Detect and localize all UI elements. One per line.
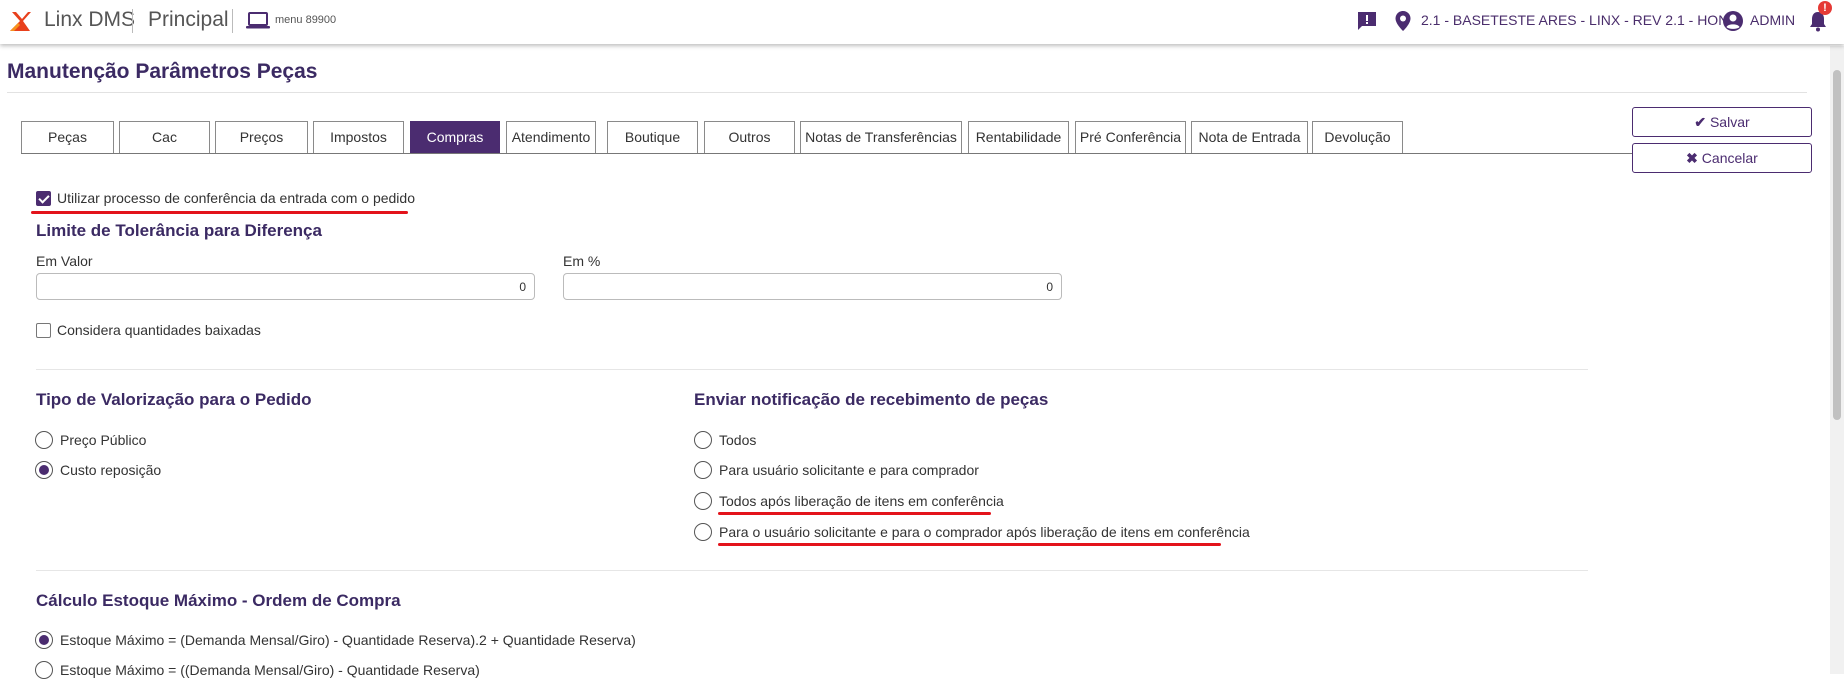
tab-notas-transferencias[interactable]: Notas de Transferências (800, 121, 962, 153)
tab-precos[interactable]: Preços (215, 121, 308, 153)
save-button-label: Salvar (1709, 114, 1750, 130)
radio-label: Para usuário solicitante e para comprado… (719, 462, 979, 478)
radio-solicitante-comprador[interactable] (694, 461, 712, 479)
radio-solicitante-comprador-apos-liberacao[interactable] (694, 523, 712, 541)
notification-section-title: Enviar notificação de recebimento de peç… (694, 390, 1049, 409)
tab-rentabilidade[interactable]: Rentabilidade (968, 121, 1069, 153)
use-conference-label: Utilizar processo de conferência da entr… (57, 190, 415, 206)
highlight-underline (31, 211, 408, 214)
tab-boutique[interactable]: Boutique (607, 121, 698, 153)
valuation-section-title: Tipo de Valorização para o Pedido (36, 390, 312, 409)
section-divider (36, 570, 1588, 571)
radio-preco-publico[interactable] (35, 431, 53, 449)
top-header: Linx DMS Principal menu 89900 2.1 - BASE… (0, 0, 1844, 44)
linx-logo-icon (10, 12, 31, 31)
max-stock-section-title: Cálculo Estoque Máximo - Ordem de Compra (36, 591, 401, 610)
header-divider (132, 9, 133, 33)
radio-label: Todos (719, 432, 757, 448)
user-name[interactable]: ADMIN (1750, 12, 1795, 28)
branch-selector[interactable]: 2.1 - BASETESTE ARES - LINX - REV 2.1 - … (1421, 12, 1738, 28)
percent-field-label: Em % (563, 253, 601, 269)
radio-todos[interactable] (694, 431, 712, 449)
module-name[interactable]: Principal (148, 8, 229, 32)
page-title: Manutenção Parâmetros Peças (7, 60, 318, 83)
user-account-icon[interactable] (1722, 10, 1744, 32)
radio-label: Todos após liberação de itens em conferê… (719, 493, 1004, 509)
cancel-button-label: Cancelar (1701, 150, 1758, 166)
brand-name: Linx DMS (44, 8, 136, 31)
consider-quantities-checkbox[interactable] (36, 323, 51, 338)
radio-label: Estoque Máximo = (Demanda Mensal/Giro) -… (60, 632, 636, 648)
tab-impostos[interactable]: Impostos (313, 121, 404, 153)
highlight-underline (718, 512, 991, 515)
value-field-label: Em Valor (36, 253, 93, 269)
tab-atendimento[interactable]: Atendimento (506, 121, 596, 153)
highlight-underline (718, 543, 1221, 546)
tab-devolucao[interactable]: Devolução (1312, 121, 1403, 153)
section-divider (36, 369, 1588, 370)
header-divider (232, 9, 233, 33)
tab-cac[interactable]: Cac (119, 121, 210, 153)
feedback-chat-icon[interactable] (1356, 10, 1378, 32)
tab-outros[interactable]: Outros (704, 121, 795, 153)
tab-pre-conferencia[interactable]: Pré Conferência (1075, 121, 1186, 153)
radio-label: Custo reposição (60, 462, 162, 478)
check-icon: ✔ (1694, 114, 1707, 130)
notification-badge: ! (1818, 1, 1832, 15)
title-divider (7, 92, 1807, 93)
tolerance-value-input[interactable]: 0 (36, 273, 535, 300)
use-conference-checkbox[interactable] (36, 191, 51, 206)
location-pin-icon (1395, 11, 1411, 31)
menu-code: menu 89900 (275, 14, 337, 26)
tab-pecas[interactable]: Peças (21, 121, 114, 153)
radio-custo-reposicao[interactable] (35, 461, 53, 479)
tab-nota-entrada[interactable]: Nota de Entrada (1191, 121, 1308, 153)
save-button[interactable]: ✔ Salvar (1632, 107, 1812, 137)
cancel-button[interactable]: ✖ Cancelar (1632, 143, 1812, 173)
scrollbar-thumb[interactable] (1833, 70, 1841, 420)
radio-label: Preço Público (60, 432, 147, 448)
close-icon: ✖ (1686, 150, 1698, 166)
radio-todos-apos-liberacao[interactable] (694, 492, 712, 510)
consider-quantities-label: Considera quantidades baixadas (57, 322, 261, 338)
tabs-baseline (21, 153, 1634, 154)
radio-label: Estoque Máximo = ((Demanda Mensal/Giro) … (60, 662, 480, 678)
radio-max-stock-formula-1[interactable] (35, 631, 53, 649)
radio-label: Para o usuário solicitante e para o comp… (719, 524, 1250, 540)
tab-compras[interactable]: Compras (410, 121, 500, 153)
radio-max-stock-formula-2[interactable] (35, 661, 53, 679)
laptop-icon[interactable] (246, 12, 270, 30)
tolerance-percent-input[interactable]: 0 (563, 273, 1062, 300)
tolerance-section-title: Limite de Tolerância para Diferença (36, 221, 322, 240)
